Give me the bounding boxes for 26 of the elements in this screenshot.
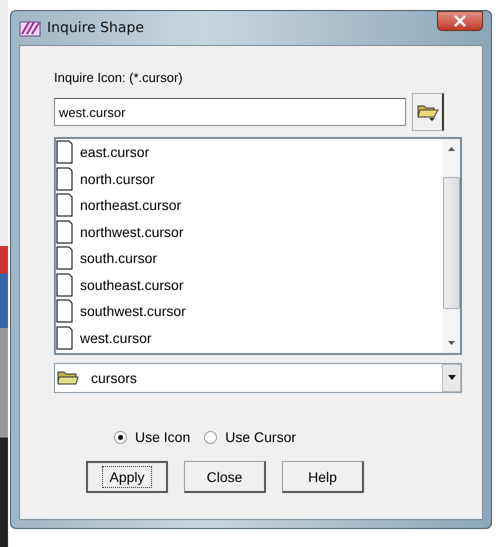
folder-dropdown[interactable]: cursors: [54, 363, 462, 393]
file-name[interactable]: west.cursor: [80, 330, 152, 346]
file-name[interactable]: south.cursor: [80, 250, 158, 266]
field-label: Inquire Icon: (*.cursor): [54, 70, 184, 85]
filename-field[interactable]: west.cursor: [54, 98, 406, 126]
close-icon: [453, 15, 467, 27]
file-name[interactable]: north.cursor: [80, 170, 155, 187]
file-name[interactable]: northwest.cursor: [80, 224, 184, 240]
caret-icon: [446, 375, 456, 381]
radio-button[interactable]: [114, 430, 127, 444]
radio-option[interactable]: Use Icon: [114, 429, 190, 445]
file-name[interactable]: southeast.cursor: [80, 276, 184, 293]
radio-button[interactable]: [204, 430, 218, 444]
dialog-button[interactable]: Help: [282, 461, 364, 493]
folder-icon: [57, 370, 79, 386]
file-name[interactable]: northeast.cursor: [80, 197, 182, 214]
scrollbar[interactable]: [443, 139, 460, 353]
dialog-button[interactable]: Apply: [86, 461, 168, 493]
close-button[interactable]: [437, 11, 483, 31]
radio-option[interactable]: Use Cursor: [204, 429, 296, 445]
file-name[interactable]: east.cursor: [80, 144, 150, 160]
browse-button[interactable]: [412, 93, 444, 131]
window-title: Inquire Shape: [47, 20, 144, 36]
dialog-button[interactable]: Close: [184, 461, 266, 493]
file-name[interactable]: southwest.cursor: [80, 303, 186, 320]
app-icon: [19, 19, 41, 37]
